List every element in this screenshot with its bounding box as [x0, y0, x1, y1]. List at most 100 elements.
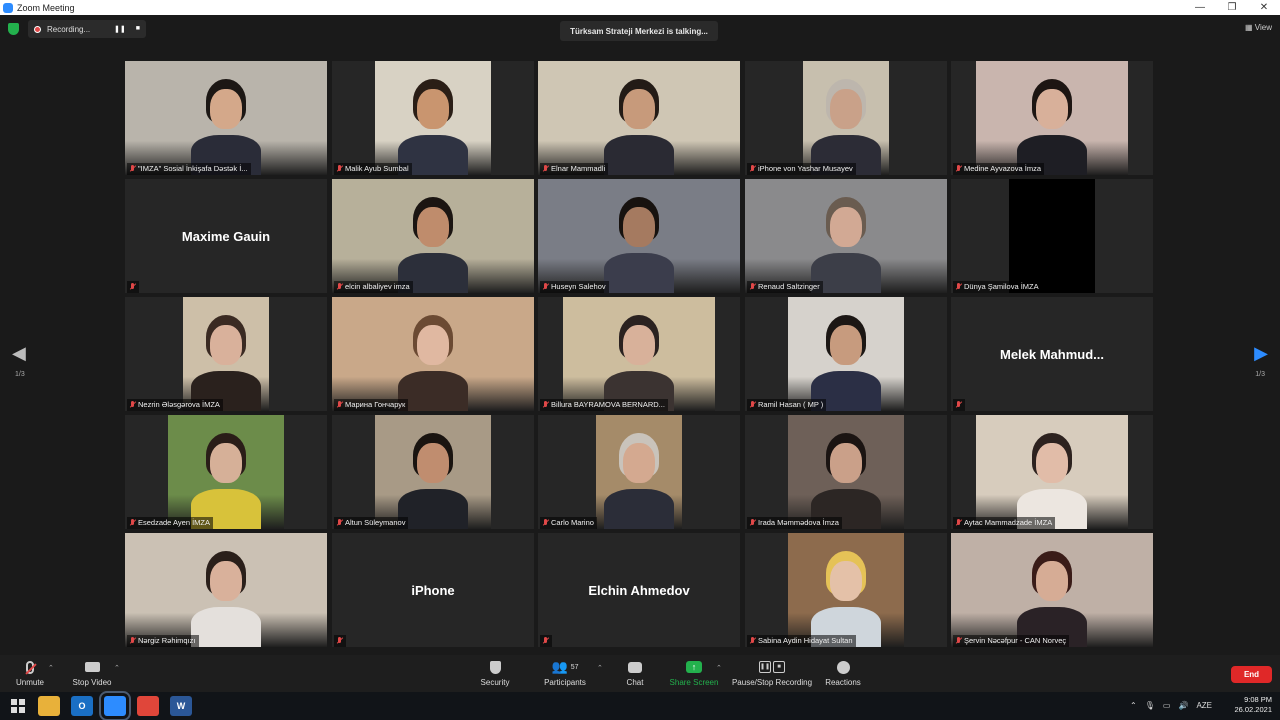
reactions-button[interactable]: Reactions [798, 659, 888, 687]
view-button[interactable]: ▦ View [1245, 23, 1272, 32]
shield-icon[interactable] [8, 23, 19, 35]
participant-video [745, 179, 947, 293]
participant-body [604, 135, 674, 175]
participant-namebar [334, 635, 346, 647]
participant-tile[interactable]: Şervin Nəcəfpur - CAN Norveç [951, 533, 1153, 647]
participant-tile[interactable]: Renaud Saltzinger [745, 179, 947, 293]
participant-face [1036, 443, 1068, 483]
word-icon[interactable]: W [170, 696, 192, 716]
share-options-chevron-icon[interactable]: ⌃ [716, 664, 722, 672]
participant-namebar: Nezrin Ələsgərova İMZA [127, 399, 223, 411]
participant-tile[interactable]: Ramil Hasan ( MP ) [745, 297, 947, 411]
participant-tile[interactable]: Dünya Şamilova İMZA [951, 179, 1153, 293]
participant-namebar: Şervin Nəcəfpur - CAN Norveç [953, 635, 1070, 647]
participant-name: Renaud Saltzinger [758, 282, 820, 291]
language-indicator[interactable]: AZE [1196, 701, 1212, 710]
previous-page-icon[interactable]: ◀ [12, 343, 26, 364]
participant-name: Malik Ayub Sumbal [345, 164, 409, 173]
file-explorer-icon[interactable] [38, 696, 60, 716]
end-meeting-button[interactable]: End [1231, 666, 1272, 683]
participant-tile[interactable]: Sabina Aydin Hidayat Sultan [745, 533, 947, 647]
share-screen-label: Share Screen [669, 678, 719, 687]
participant-face [830, 443, 862, 483]
participant-namebar [953, 399, 965, 411]
participant-tile[interactable]: Nezrin Ələsgərova İMZA [125, 297, 327, 411]
participant-tile[interactable]: Huseyn Salehov [538, 179, 740, 293]
participant-face [623, 325, 655, 365]
next-page-icon[interactable]: ▶ [1254, 343, 1268, 364]
video-options-chevron-icon[interactable]: ⌃ [114, 664, 120, 672]
participant-namebar: Huseyn Salehov [540, 281, 609, 293]
participant-tile[interactable]: Medine Ayvazova İmza [951, 61, 1153, 175]
participant-figure [388, 179, 478, 293]
participant-face [623, 89, 655, 129]
participant-namebar: Malik Ayub Sumbal [334, 163, 412, 175]
participant-tile[interactable]: elcin albaliyev imza [332, 179, 534, 293]
participant-video [788, 533, 904, 647]
muted-mic-icon [749, 283, 756, 291]
participant-tile[interactable]: Altun Süleymanov [332, 415, 534, 529]
participant-tile[interactable]: Elnar Mammadli [538, 61, 740, 175]
speaker-icon[interactable]: 🔊 [1178, 701, 1188, 710]
minimize-icon[interactable]: — [1184, 0, 1216, 15]
participant-tile[interactable]: Carlo Marino [538, 415, 740, 529]
participant-namebar: Марина Гончарук [334, 399, 409, 411]
microphone-icon[interactable]: 🎙 [1145, 701, 1155, 710]
participant-video [168, 415, 284, 529]
participant-figure [388, 61, 478, 175]
close-icon[interactable]: ✕ [1248, 0, 1280, 15]
participant-tile[interactable]: Irada Məmmədova İmza [745, 415, 947, 529]
muted-mic-icon [749, 165, 756, 173]
pause-recording-icon[interactable]: ❚❚ [114, 25, 126, 33]
participant-tile[interactable]: Nərgiz Rəhimqızı [125, 533, 327, 647]
participant-namebar [540, 635, 552, 647]
restore-icon[interactable]: ❐ [1216, 0, 1248, 15]
meeting-toolbar: Unmute ⌃ Stop Video ⌃ Security 👥 57 Parti… [0, 655, 1280, 692]
participant-video [563, 297, 715, 411]
participant-name: Huseyn Salehov [551, 282, 606, 291]
participant-figure [801, 533, 891, 647]
participant-tile[interactable]: Aytac Mammadzade İMZA [951, 415, 1153, 529]
share-screen-button[interactable]: ↑ Share Screen [649, 659, 739, 687]
stop-video-button[interactable]: Stop Video [47, 659, 137, 687]
participant-figure [594, 61, 684, 175]
participant-name: Ramil Hasan ( MP ) [758, 400, 824, 409]
security-shield-icon [489, 660, 501, 674]
participant-name: Billura BAYRAMOVA BERNARD... [551, 400, 665, 409]
zoom-icon[interactable] [99, 691, 131, 720]
participant-tile[interactable]: Melek Mahmud... [951, 297, 1153, 411]
participant-figure [388, 415, 478, 529]
participant-display-name: iPhone [411, 582, 455, 598]
participant-name: Nərgiz Rəhimqızı [138, 636, 196, 645]
participant-tile[interactable]: "IMZA" Sosial İnkişafa Dəstək İ... [125, 61, 327, 175]
outlook-icon[interactable]: O [71, 696, 93, 716]
participant-tile[interactable]: Марина Гончарук [332, 297, 534, 411]
chevron-up-icon[interactable]: ⌃ [1130, 701, 1137, 710]
participant-name: Sabina Aydin Hidayat Sultan [758, 636, 853, 645]
participant-face [417, 207, 449, 247]
clock[interactable]: 9:08 PM 26.02.2021 [1234, 695, 1272, 715]
muted-mic-icon [542, 283, 549, 291]
participant-tile[interactable]: Esedzade Ayen İMZA [125, 415, 327, 529]
participant-video [803, 61, 889, 175]
participant-tile[interactable]: Malik Ayub Sumbal [332, 61, 534, 175]
participant-tile[interactable]: Elchin Ahmedov [538, 533, 740, 647]
stop-recording-icon[interactable]: ■ [136, 25, 140, 33]
muted-mic-icon [129, 283, 136, 291]
network-icon[interactable]: ▭ [1163, 701, 1171, 710]
participant-video [125, 61, 327, 175]
participant-name: Nezrin Ələsgərova İMZA [138, 400, 220, 409]
participant-namebar: Esedzade Ayen İMZA [127, 517, 213, 529]
participant-tile[interactable]: Billura BAYRAMOVA BERNARD... [538, 297, 740, 411]
participant-face [210, 561, 242, 601]
participant-name: Şervin Nəcəfpur - CAN Norveç [964, 636, 1067, 645]
participant-display-name: Melek Mahmud... [999, 346, 1105, 362]
participant-figure [801, 297, 891, 411]
windows-start-icon[interactable] [10, 698, 26, 714]
participant-figure [1007, 61, 1097, 175]
participant-face [417, 443, 449, 483]
participant-tile[interactable]: iPhone von Yashar Musayev [745, 61, 947, 175]
chrome-icon[interactable] [137, 696, 159, 716]
participant-tile[interactable]: Maxime Gauin [125, 179, 327, 293]
participant-tile[interactable]: iPhone [332, 533, 534, 647]
